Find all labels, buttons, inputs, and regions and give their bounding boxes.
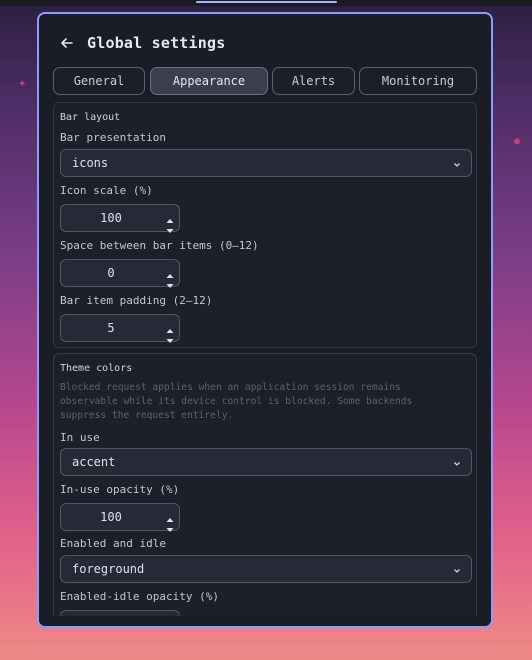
item-padding-label: Bar item padding (2–12) — [60, 294, 213, 307]
in-use-opacity-stepper — [60, 503, 180, 532]
decrement-icon[interactable] — [165, 275, 175, 288]
chevron-down-icon — [452, 159, 462, 169]
increment-icon[interactable] — [165, 265, 175, 278]
item-padding-stepper — [60, 314, 180, 343]
item-padding-input[interactable] — [61, 315, 161, 341]
enabled-idle-color-select[interactable]: foreground — [60, 555, 472, 583]
theme-colors-section: Theme colors Blocked request applies whe… — [53, 353, 477, 616]
background-star-icon: ✦ — [18, 75, 27, 91]
chevron-down-icon — [452, 458, 462, 468]
increment-icon[interactable] — [165, 320, 175, 333]
icon-scale-label: Icon scale (%) — [60, 184, 153, 197]
section-title: Bar layout — [60, 112, 121, 123]
in-use-label: In use — [60, 431, 100, 444]
enabled-idle-opacity-stepper — [60, 610, 180, 616]
decrement-icon[interactable] — [165, 220, 175, 233]
settings-window: Global settings General Appearance Alert… — [37, 12, 493, 628]
background-dot-icon: ● — [514, 136, 521, 147]
increment-icon[interactable] — [165, 509, 175, 522]
top-bar-indicator — [0, 0, 532, 6]
icon-scale-stepper — [60, 204, 180, 233]
enabled-idle-color-value: foreground — [72, 562, 145, 576]
space-between-stepper — [60, 259, 180, 288]
in-use-opacity-label: In-use opacity (%) — [60, 483, 180, 496]
icon-scale-input[interactable] — [61, 205, 161, 231]
enabled-idle-label: Enabled and idle — [60, 537, 166, 550]
enabled-idle-opacity-input[interactable] — [61, 611, 161, 616]
window-header: Global settings — [59, 34, 225, 52]
in-use-color-value: accent — [72, 455, 116, 469]
section-title: Theme colors — [60, 363, 133, 374]
bar-presentation-label: Bar presentation — [60, 131, 166, 144]
in-use-opacity-input[interactable] — [61, 504, 161, 530]
decrement-icon[interactable] — [165, 330, 175, 343]
tab-general[interactable]: General — [53, 67, 145, 95]
help-text: Blocked request applies when an applicat… — [60, 382, 413, 421]
bar-layout-section: Bar layout Bar presentation icons Icon s… — [53, 102, 477, 348]
tab-monitoring[interactable]: Monitoring — [359, 67, 477, 95]
settings-content[interactable]: Bar layout Bar presentation icons Icon s… — [53, 102, 477, 616]
space-between-input[interactable] — [61, 260, 161, 286]
enabled-idle-opacity-label: Enabled-idle opacity (%) — [60, 590, 219, 603]
in-use-color-select[interactable]: accent — [60, 448, 472, 476]
bar-presentation-select[interactable]: icons — [60, 149, 472, 177]
chevron-down-icon — [452, 565, 462, 575]
increment-icon[interactable] — [165, 210, 175, 223]
tab-alerts[interactable]: Alerts — [272, 67, 355, 95]
bar-presentation-value: icons — [72, 156, 109, 170]
arrow-left-icon[interactable] — [59, 35, 75, 51]
tab-bar: General Appearance Alerts Monitoring — [53, 67, 477, 97]
decrement-icon[interactable] — [165, 519, 175, 532]
page-title: Global settings — [87, 34, 226, 52]
space-between-label: Space between bar items (0–12) — [60, 239, 259, 252]
tab-appearance[interactable]: Appearance — [150, 67, 268, 95]
